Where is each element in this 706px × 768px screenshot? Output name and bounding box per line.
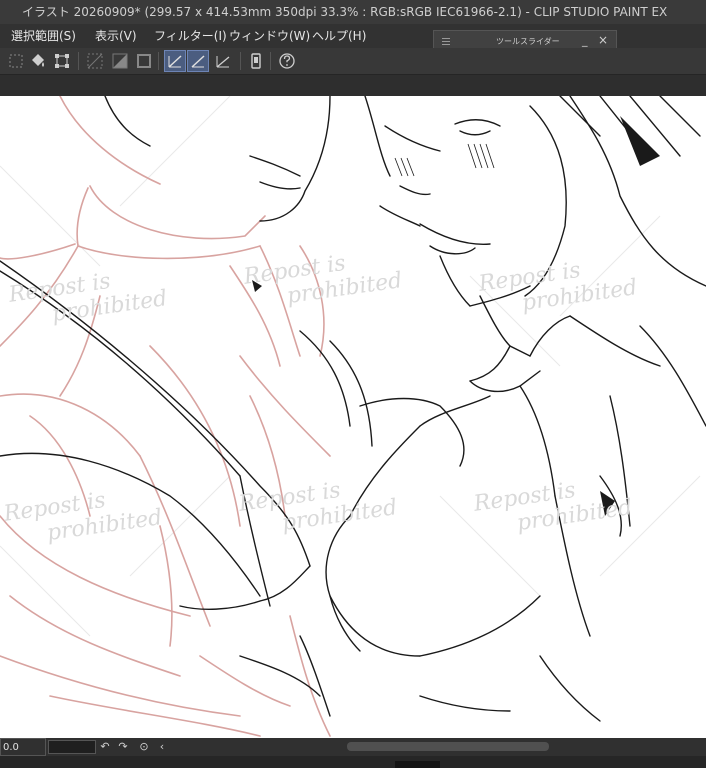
help-icon[interactable]: [277, 51, 297, 71]
close-button[interactable]: ×: [598, 33, 608, 47]
grip-icon[interactable]: [442, 37, 450, 45]
zoom-slider[interactable]: [48, 740, 96, 754]
selection-icon[interactable]: [6, 51, 26, 71]
window-title: イラスト 20260909* (299.57 x 414.53mm 350dpi…: [22, 5, 668, 19]
ruler-icon[interactable]: [164, 50, 186, 72]
tab-strip: [0, 75, 706, 96]
scroll-indicator: [395, 761, 440, 768]
illustration: [0, 96, 706, 737]
title-bar: イラスト 20260909* (299.57 x 414.53mm 350dpi…: [0, 0, 706, 24]
transform-icon[interactable]: [52, 51, 72, 71]
menu-window[interactable]: ウィンドウ(W): [229, 24, 310, 48]
menu-help[interactable]: ヘルプ(H): [312, 24, 366, 48]
sketch-layer: [0, 96, 331, 737]
tablet-icon[interactable]: [246, 51, 266, 71]
command-bar: [0, 48, 706, 75]
ink-layer: [0, 96, 706, 722]
zoom-input[interactable]: 0.0: [0, 738, 46, 756]
status-bar: 0.0 ↶ ↷ ⊙ ‹: [0, 738, 706, 756]
bottom-strip: [0, 756, 706, 768]
rotate-left-icon[interactable]: ↶: [98, 738, 112, 756]
perspective-icon[interactable]: [213, 51, 233, 71]
frame-icon[interactable]: [134, 51, 154, 71]
gradient-icon[interactable]: [110, 51, 130, 71]
grid-icon[interactable]: [85, 51, 105, 71]
rotate-right-icon[interactable]: ↷: [116, 738, 130, 756]
panel-title: ツールスライダー: [496, 37, 560, 46]
blush-hatch: [394, 143, 495, 177]
menu-filter[interactable]: フィルター(I): [154, 24, 227, 48]
reset-rotation-icon[interactable]: ⊙: [137, 738, 151, 756]
minimize-button[interactable]: _: [582, 34, 588, 47]
canvas[interactable]: Repost is prohibited Repost is prohibite…: [0, 96, 706, 738]
scroll-left-icon[interactable]: ‹: [155, 738, 169, 756]
ruler-active-icon[interactable]: [187, 50, 209, 72]
fill-icon[interactable]: [28, 51, 48, 71]
menu-selection[interactable]: 選択範囲(S): [11, 24, 76, 48]
horizontal-scrollbar[interactable]: [347, 742, 549, 751]
menu-view[interactable]: 表示(V): [95, 24, 137, 48]
